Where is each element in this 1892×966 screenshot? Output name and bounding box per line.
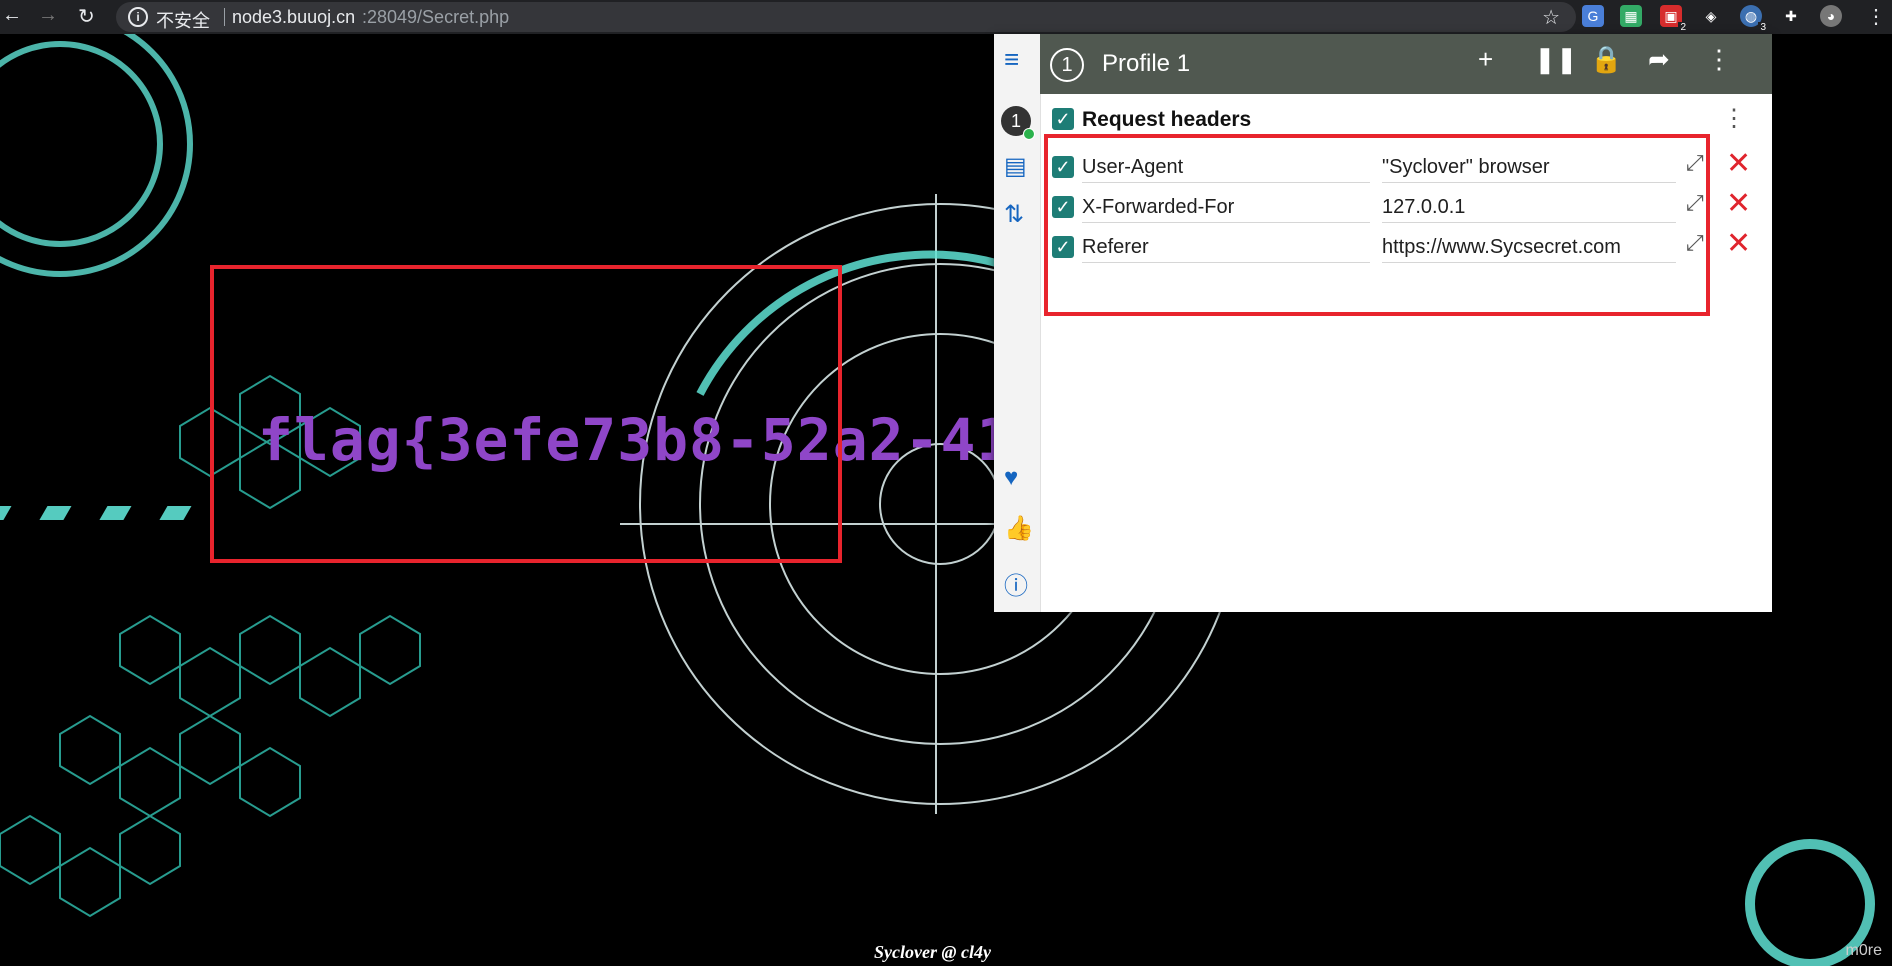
section-menu-icon[interactable]: ⋮ [1722,104,1746,133]
info-icon[interactable]: i [128,7,148,27]
translate-icon[interactable]: G [1582,5,1604,27]
share-icon[interactable]: ➦ [1648,44,1670,75]
help-icon[interactable]: ⓘ [1004,566,1028,601]
browser-toolbar: ← → ↻ i 不安全 node3.buuoj.cn :28049/Secret… [0,0,1892,34]
url-host: node3.buuoj.cn [232,7,356,27]
footer-credit: Syclover @ cl4y [874,942,991,962]
section-title: Request headers [1082,108,1252,131]
request-headers-checkbox[interactable]: ✓ [1052,108,1074,130]
lock-icon[interactable]: 🔒 [1590,44,1622,75]
bookmark-star-icon[interactable]: ☆ [1542,5,1560,30]
profile-title[interactable]: Profile 1 [1102,50,1190,78]
profile-number-badge: 1 [1050,48,1084,82]
delete-icon[interactable]: ✕ [1726,189,1751,219]
active-status-dot [1023,128,1035,140]
annotation-box-flag [210,265,842,563]
popup-sidebar: ≡ 1 ▤ ⇅ ♥ 👍 ⓘ [994,34,1041,612]
insecure-label: 不安全 [156,11,210,31]
sort-icon[interactable]: ⇅ [1004,200,1024,229]
popup-header: 1 Profile 1 + ❚❚ 🔒 ➦ ⋮ [1040,34,1772,94]
annotation-box-headers [1044,134,1710,316]
hamburger-menu-icon[interactable]: ≡ [1004,44,1019,75]
back-icon[interactable]: ← [2,4,22,27]
address-bar[interactable]: i 不安全 node3.buuoj.cn :28049/Secret.php ☆ [116,2,1576,32]
modheader-popup: ≡ 1 ▤ ⇅ ♥ 👍 ⓘ 1 Profile 1 + ❚❚ 🔒 ➦ ⋮ ✓ R… [994,34,1772,612]
avatar[interactable]: ◕ [1820,5,1842,27]
pause-icon[interactable]: ❚❚ [1534,44,1578,75]
reload-icon[interactable]: ↻ [78,4,95,29]
apps-icon[interactable]: ▦ [1620,5,1642,27]
add-file-icon[interactable]: ▤ [1004,152,1027,181]
shield-icon[interactable]: ◈ [1700,5,1722,27]
delete-icon[interactable]: ✕ [1726,229,1751,259]
add-icon[interactable]: + [1478,44,1493,75]
forward-icon[interactable]: → [38,4,58,27]
modheader-icon[interactable]: ◍ 3 [1740,5,1768,33]
url-path: :28049/Secret.php [362,7,510,27]
watermark: m0re [1845,942,1882,959]
more-options-icon[interactable]: ⋮ [1706,44,1732,75]
divider [224,8,225,26]
puzzle-icon[interactable]: ✚ [1780,5,1802,27]
thumbs-up-icon[interactable]: 👍 [1004,514,1034,543]
red-extension-icon[interactable]: ▣ 2 [1660,5,1688,33]
menu-icon[interactable]: ⋮ [1866,4,1886,29]
delete-icon[interactable]: ✕ [1726,149,1751,179]
heart-icon[interactable]: ♥ [1004,464,1018,492]
